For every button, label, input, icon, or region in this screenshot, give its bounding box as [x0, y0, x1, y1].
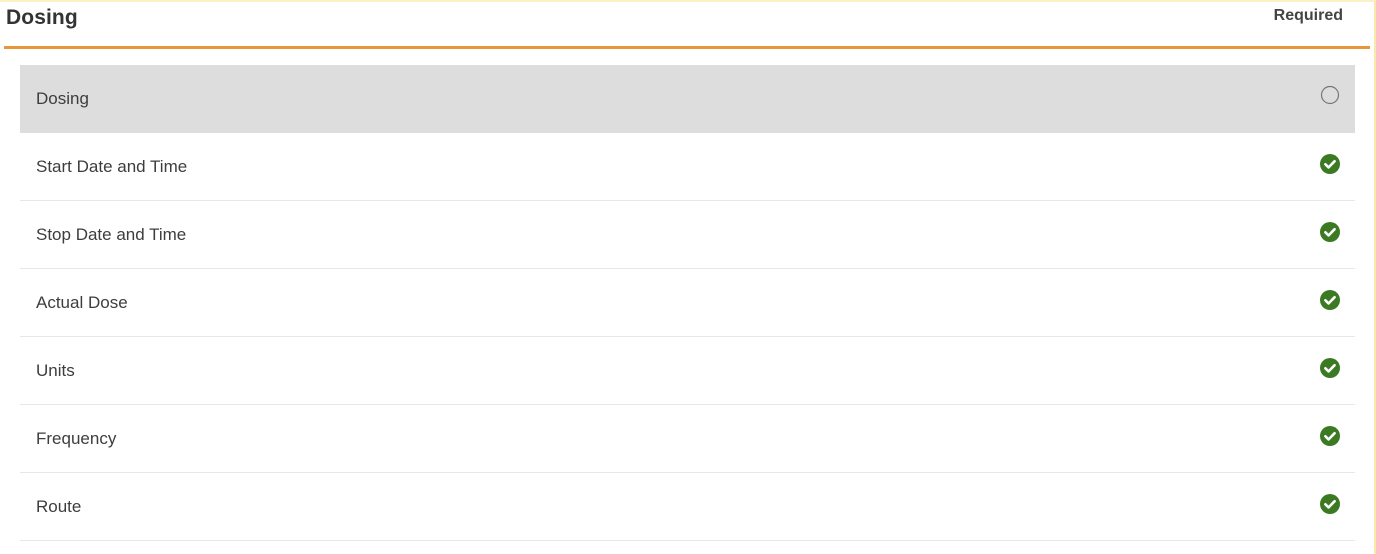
- list-item-label: Start Date and Time: [36, 157, 188, 176]
- list-item-label: Stop Date and Time: [36, 225, 187, 244]
- check-circle-icon: [1320, 154, 1340, 174]
- list-item-start-date-and-time[interactable]: Start Date and Time: [20, 133, 1355, 201]
- required-column-label: Required: [1273, 7, 1343, 24]
- check-circle-icon: [1320, 426, 1340, 446]
- check-circle-icon: [1320, 290, 1340, 310]
- list-item-actual-dose[interactable]: Actual Dose: [20, 269, 1355, 337]
- check-circle-icon: [1320, 358, 1340, 378]
- list-item-stop-date-and-time[interactable]: Stop Date and Time: [20, 201, 1355, 269]
- list-item-label: Route: [36, 497, 82, 516]
- list-item-label: Dosing: [36, 89, 89, 108]
- list-item-dosing[interactable]: Dosing: [20, 65, 1355, 133]
- list-item-route[interactable]: Route: [20, 473, 1355, 541]
- section-title: Dosing: [6, 6, 78, 29]
- list-item-label: Actual Dose: [36, 293, 128, 312]
- list-item-frequency[interactable]: Frequency: [20, 405, 1355, 473]
- list-item-label: Units: [36, 361, 75, 380]
- check-circle-icon: [1320, 494, 1340, 514]
- dosing-panel: Dosing Required Dosing Start Date and Ti…: [0, 0, 1376, 554]
- check-circle-icon: [1320, 222, 1340, 242]
- section-header: Dosing Required: [4, 2, 1370, 49]
- list-item-units[interactable]: Units: [20, 337, 1355, 405]
- dosing-field-list: Dosing Start Date and Time Stop Date and…: [20, 65, 1355, 541]
- list-item-label: Frequency: [36, 429, 117, 448]
- empty-circle-icon: [1320, 85, 1340, 105]
